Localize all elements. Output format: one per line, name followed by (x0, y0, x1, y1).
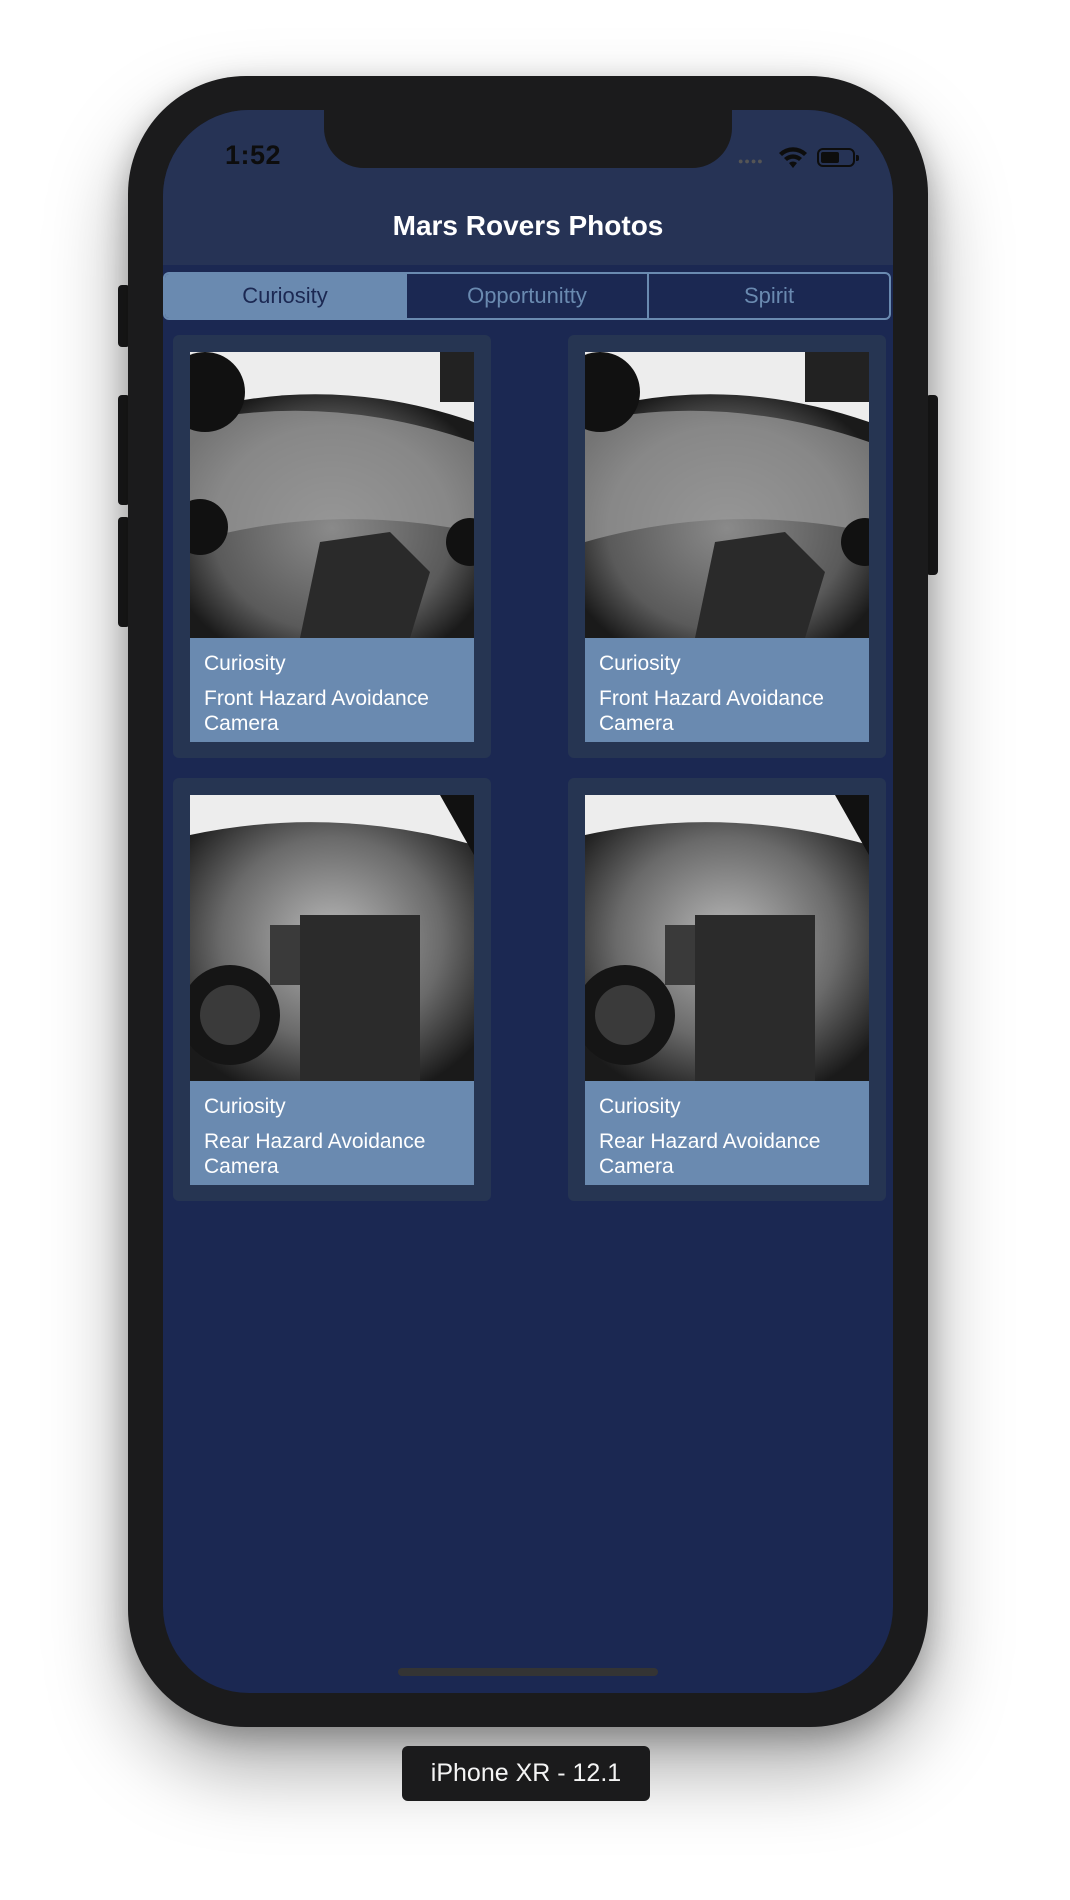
screen: 1:52 ●●●● Mars Rovers Photos Curiosity O… (163, 110, 893, 1693)
mars-photo (585, 795, 869, 1081)
rover-name: Curiosity (204, 1095, 286, 1118)
signal-icon: ●●●● (738, 156, 764, 166)
photo-caption: Curiosity Front Hazard Avoidance Camera (585, 638, 869, 742)
photo-card[interactable]: Curiosity Rear Hazard Avoidance Camera (173, 778, 491, 1201)
status-icons: ●●●● (738, 144, 859, 174)
mars-photo (190, 352, 474, 638)
battery-icon (817, 148, 859, 167)
segment-curiosity[interactable]: Curiosity (165, 274, 405, 318)
home-indicator[interactable] (398, 1668, 658, 1676)
camera-name: Rear Hazard Avoidance Camera (204, 1130, 426, 1178)
mars-photo (585, 352, 869, 638)
segment-opportunity[interactable]: Opportunitty (405, 274, 647, 318)
rover-segmented-control[interactable]: Curiosity Opportunitty Spirit (163, 272, 891, 320)
device-label: iPhone XR - 12.1 (402, 1746, 650, 1801)
segment-spirit[interactable]: Spirit (647, 274, 889, 318)
photo-card[interactable]: Curiosity Rear Hazard Avoidance Camera (568, 778, 886, 1201)
mars-photo (190, 795, 474, 1081)
page-title: Mars Rovers Photos (392, 210, 664, 241)
photo-caption: Curiosity Rear Hazard Avoidance Camera (585, 1081, 869, 1185)
rover-name: Curiosity (599, 1095, 681, 1118)
wifi-icon (779, 147, 807, 168)
rover-name: Curiosity (204, 652, 286, 675)
photo-card[interactable]: Curiosity Front Hazard Avoidance Camera (568, 335, 886, 758)
camera-name: Front Hazard Avoidance Camera (599, 687, 824, 735)
photo-caption: Curiosity Front Hazard Avoidance Camera (190, 638, 474, 742)
status-time: 1:52 (225, 140, 282, 170)
rover-name: Curiosity (599, 652, 681, 675)
photo-caption: Curiosity Rear Hazard Avoidance Camera (190, 1081, 474, 1185)
photo-card[interactable]: Curiosity Front Hazard Avoidance Camera (173, 335, 491, 758)
notch (324, 110, 732, 168)
phone-frame: 1:52 ●●●● Mars Rovers Photos Curiosity O… (128, 76, 928, 1727)
camera-name: Front Hazard Avoidance Camera (204, 687, 429, 735)
camera-name: Rear Hazard Avoidance Camera (599, 1130, 821, 1178)
